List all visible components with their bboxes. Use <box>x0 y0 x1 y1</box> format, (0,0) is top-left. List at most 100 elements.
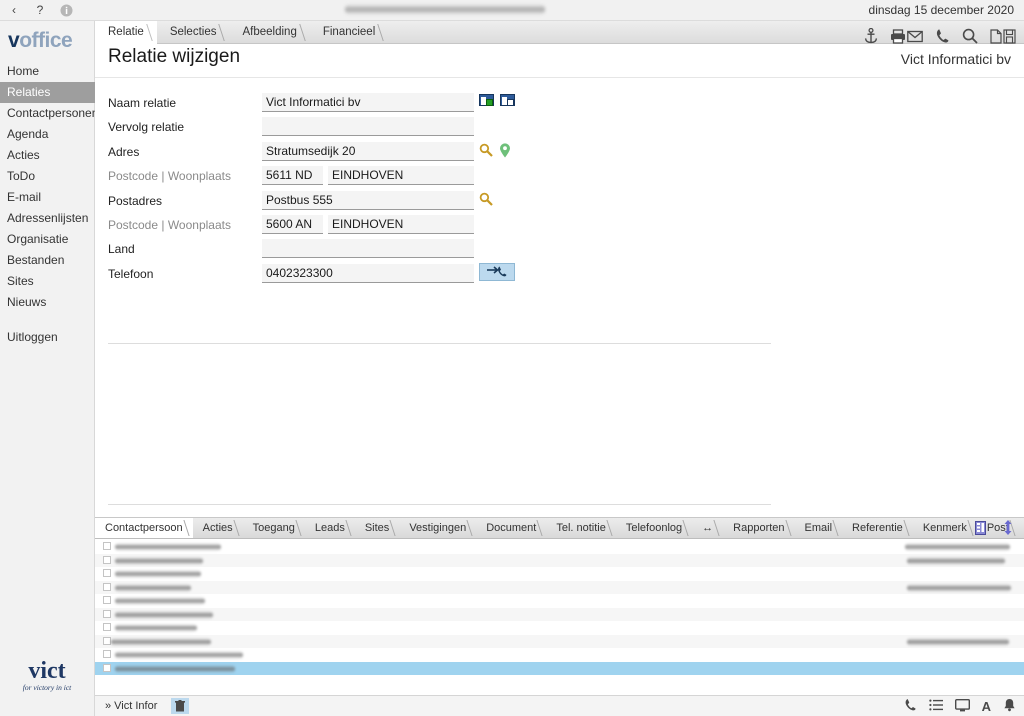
address-bar-redacted[interactable] <box>345 4 545 15</box>
sidebar-item-organisatie[interactable]: Organisatie <box>0 229 95 250</box>
table-row[interactable] <box>95 540 1024 554</box>
sidebar-item-adressenlijsten[interactable]: Adressenlijsten <box>0 208 95 229</box>
row-checkbox[interactable] <box>103 569 111 577</box>
input-woonplaats-2[interactable]: EINDHOVEN <box>328 214 474 234</box>
input-telefoon[interactable]: 0402323300 <box>262 263 474 283</box>
monitor-icon[interactable] <box>954 698 970 715</box>
document-icon[interactable] <box>990 28 1002 44</box>
table-row[interactable] <box>95 567 1024 581</box>
table-row[interactable] <box>95 621 1024 635</box>
page-title: Relatie wijzigen <box>108 46 241 67</box>
anchor-icon[interactable] <box>864 28 878 44</box>
btab-vestigingen[interactable]: Vestigingen <box>399 518 480 538</box>
form-row-postcode-woonplaats-1: Postcode | Woonplaats 5611 ND EINDHOVEN <box>95 165 1024 189</box>
input-vervolg-relatie[interactable] <box>262 117 474 137</box>
input-woonplaats-1[interactable]: EINDHOVEN <box>328 166 474 186</box>
row-text-redacted-right <box>905 543 1010 551</box>
sidebar-item-home[interactable]: Home <box>0 61 95 82</box>
input-adres[interactable]: Stratumsedijk 20 <box>262 141 474 161</box>
sidebar-item-nieuws[interactable]: Nieuws <box>0 292 95 313</box>
sidebar-item-acties[interactable]: Acties <box>0 145 95 166</box>
delete-button[interactable] <box>171 698 189 714</box>
magnifier-icon[interactable] <box>479 192 493 209</box>
add-contact-icon[interactable] <box>479 94 494 106</box>
row-checkbox[interactable] <box>103 636 111 645</box>
row-checkbox[interactable] <box>103 542 111 550</box>
phone-icon[interactable] <box>935 28 950 44</box>
columns-icon[interactable] <box>975 520 986 538</box>
btab-toegang[interactable]: Toegang <box>243 518 309 538</box>
vict-footer-logo: vict for victory in ict <box>14 659 80 692</box>
breadcrumb[interactable]: » Vict Infor <box>105 700 157 712</box>
map-pin-icon[interactable] <box>499 143 511 161</box>
input-postadres[interactable]: Postbus 555 <box>262 190 474 210</box>
dial-phone-button[interactable] <box>479 262 515 281</box>
help-button[interactable]: ? <box>32 2 48 18</box>
btab-leads[interactable]: Leads <box>305 518 359 538</box>
sidebar-item-sites[interactable]: Sites <box>0 271 95 292</box>
sidebar-item-contactpersonen[interactable]: Contactpersonen <box>0 103 98 124</box>
save-icon[interactable] <box>1003 28 1016 44</box>
input-land[interactable] <box>262 239 474 259</box>
table-row[interactable] <box>95 553 1024 567</box>
sidebar-item-todo[interactable]: ToDo <box>0 166 95 187</box>
table-row[interactable] <box>95 607 1024 621</box>
btab-sites[interactable]: Sites <box>355 518 403 538</box>
phone-icon[interactable] <box>904 698 917 715</box>
input-naam-relatie[interactable]: Vict Informatici bv <box>262 93 474 112</box>
envelope-icon[interactable] <box>907 30 923 43</box>
btab-acties[interactable]: Acties <box>193 518 247 538</box>
sidebar-item-agenda[interactable]: Agenda <box>0 124 95 145</box>
table-row-selected[interactable] <box>95 661 1024 675</box>
input-postcode-1[interactable]: 5611 ND <box>262 166 323 186</box>
row-checkbox[interactable] <box>103 555 111 564</box>
row-text-redacted <box>115 597 205 605</box>
row-checkbox[interactable] <box>103 609 111 618</box>
sidebar-item-bestanden[interactable]: Bestanden <box>0 250 95 271</box>
tab-afbeelding[interactable]: Afbeelding <box>229 21 314 44</box>
search-icon[interactable] <box>962 28 978 44</box>
table-row[interactable] <box>95 648 1024 662</box>
btab-tel-notitie[interactable]: Tel. notitie <box>546 518 620 538</box>
bottom-tab-strip: Contactpersoon Acties Toegang Leads Site… <box>95 518 1024 539</box>
tab-financieel[interactable]: Financieel <box>310 21 393 44</box>
mail-contact-icon[interactable] <box>500 94 515 106</box>
row-checkbox[interactable] <box>103 663 111 672</box>
table-row[interactable] <box>95 594 1024 608</box>
table-row[interactable] <box>95 634 1024 648</box>
sidebar-item-relaties[interactable]: Relaties <box>0 82 95 103</box>
printer-icon[interactable] <box>890 28 906 44</box>
btab-kenmerk[interactable]: Kenmerk <box>913 518 981 538</box>
row-checkbox[interactable] <box>103 650 111 658</box>
back-button[interactable]: ‹ <box>6 2 22 18</box>
info-icon[interactable] <box>58 2 74 18</box>
relation-form: Naam relatie Vict Informatici bv Vervolg… <box>95 78 1024 692</box>
btab-rapporten[interactable]: Rapporten <box>723 518 799 538</box>
row-checkbox[interactable] <box>103 623 111 631</box>
input-postcode-2[interactable]: 5600 AN <box>262 214 323 234</box>
btab-email[interactable]: Email <box>795 518 846 538</box>
tab-relatie[interactable]: Relatie <box>95 21 161 44</box>
btab-swap[interactable]: ↔ <box>692 518 727 538</box>
row-text-redacted <box>115 624 197 632</box>
btab-document[interactable]: Document <box>476 518 550 538</box>
btab-contactpersoon[interactable]: Contactpersoon <box>95 518 197 538</box>
tab-financieel-label: Financieel <box>322 26 376 38</box>
btab-sites-label: Sites <box>364 522 390 534</box>
font-size-icon[interactable]: A <box>982 700 991 713</box>
tab-selecties[interactable]: Selecties <box>157 21 234 44</box>
btab-document-label: Document <box>486 522 537 534</box>
sidebar-item-uitloggen[interactable]: Uitloggen <box>0 327 95 348</box>
bell-icon[interactable] <box>1003 698 1016 715</box>
table-row[interactable] <box>95 580 1024 594</box>
btab-referentie[interactable]: Referentie <box>842 518 917 538</box>
row-checkbox[interactable] <box>103 582 111 591</box>
sidebar-item-email[interactable]: E-mail <box>0 187 95 208</box>
btab-telefoonlog[interactable]: Telefoonlog <box>616 518 696 538</box>
tab-afbeelding-label: Afbeelding <box>242 26 297 38</box>
expand-vertical-icon[interactable] <box>1002 520 1014 538</box>
row-checkbox[interactable] <box>103 596 111 604</box>
list-icon[interactable] <box>928 699 943 714</box>
magnifier-icon[interactable] <box>479 143 493 160</box>
section-divider-2 <box>108 504 771 505</box>
